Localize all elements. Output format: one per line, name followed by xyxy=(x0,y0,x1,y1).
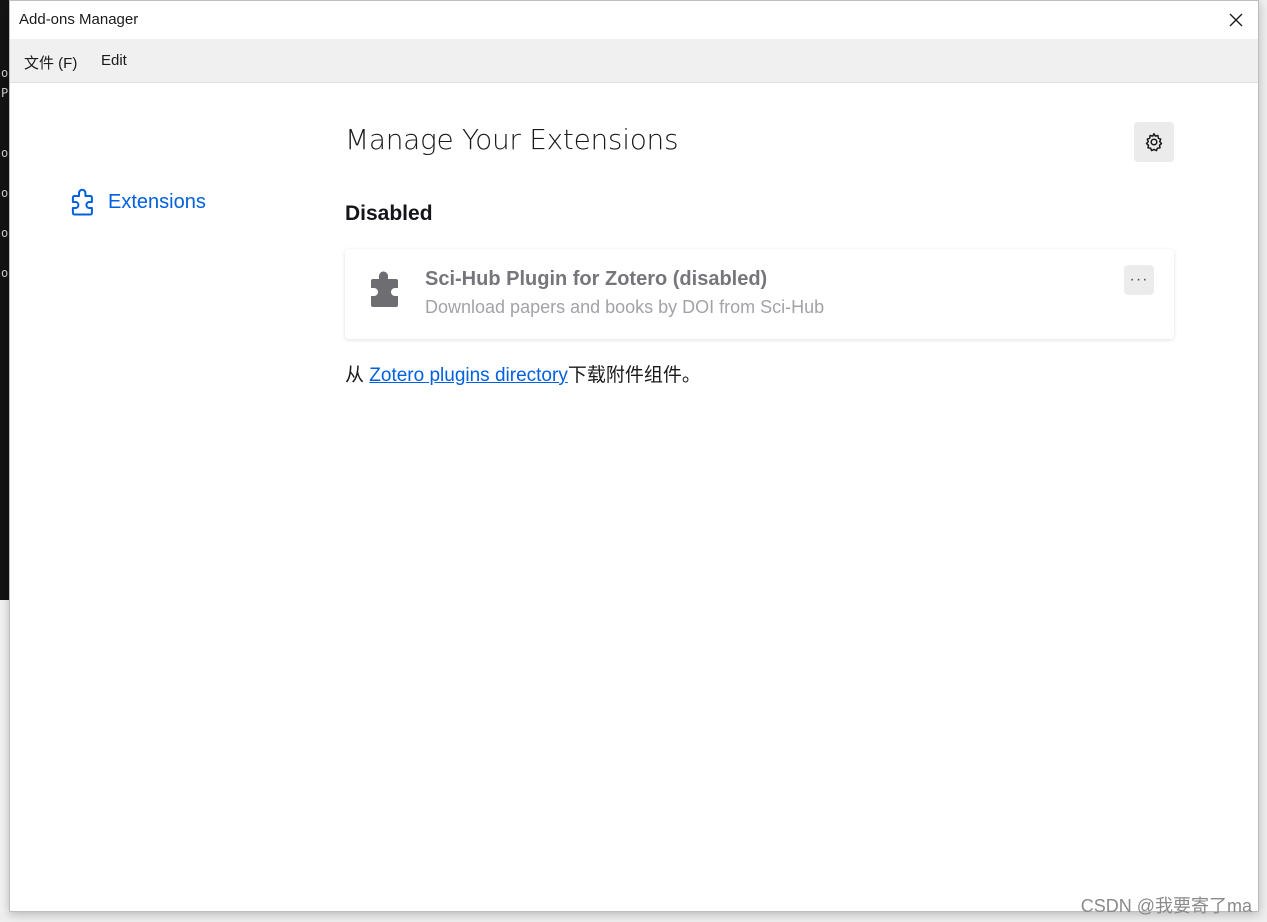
settings-button[interactable] xyxy=(1134,122,1174,162)
more-icon: ··· xyxy=(1129,271,1149,288)
close-button[interactable] xyxy=(1214,1,1258,39)
menu-bar: 文件 (F) Edit xyxy=(10,39,1258,83)
get-addons-suffix: 下载附件组件。 xyxy=(567,365,701,386)
addon-options-button[interactable]: ··· xyxy=(1124,265,1154,295)
puzzle-icon xyxy=(367,269,403,314)
background-window xyxy=(0,912,1267,922)
window-title: Add-ons Manager xyxy=(19,11,139,28)
section-heading-disabled: Disabled xyxy=(345,202,433,225)
watermark: CSDN @我要寄了ma xyxy=(1080,896,1252,916)
title-bar: Add-ons Manager xyxy=(10,1,1258,39)
addon-card[interactable]: Sci-Hub Plugin for Zotero (disabled) Dow… xyxy=(345,249,1174,339)
addons-manager-window: Add-ons Manager 文件 (F) Edit Extensions M… xyxy=(9,0,1259,912)
page-title: Manage Your Extensions xyxy=(345,123,679,156)
sidebar-item-extensions[interactable]: Extensions xyxy=(68,187,206,217)
sidebar-item-label: Extensions xyxy=(108,190,206,213)
puzzle-outline-icon xyxy=(71,188,93,216)
menu-edit[interactable]: Edit xyxy=(101,52,127,69)
addon-description: Download papers and books by DOI from Sc… xyxy=(425,297,825,317)
addon-name: Sci-Hub Plugin for Zotero (disabled) xyxy=(425,268,768,290)
gear-icon xyxy=(1145,133,1163,152)
get-addons-prefix: 从 xyxy=(345,365,370,386)
zotero-plugins-directory-link[interactable]: Zotero plugins directory xyxy=(369,365,568,386)
background-window xyxy=(1259,0,1267,922)
menu-file[interactable]: 文件 (F) xyxy=(24,52,77,73)
get-addons-message: 从 Zotero plugins directory下载附件组件。 xyxy=(345,360,701,387)
close-icon xyxy=(1229,13,1243,27)
